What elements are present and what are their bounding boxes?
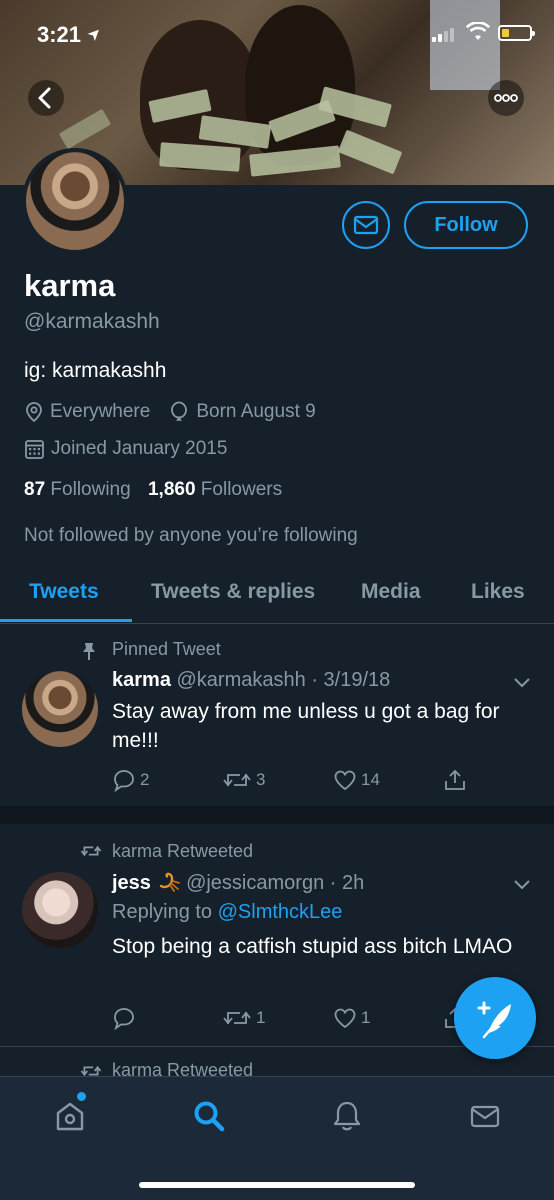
tweet-text: Stay away from me unless u got a bag for… (112, 700, 500, 752)
status-bar: 3:21 ➤ (0, 0, 554, 60)
pin-icon (83, 643, 95, 660)
retweet-count: 1 (256, 1008, 266, 1027)
tweet-header: jess @jessicamorgn · 2h (112, 870, 364, 895)
chevron-left-icon (38, 87, 51, 109)
chevron-down-icon[interactable] (512, 877, 532, 891)
active-tab-indicator (0, 619, 132, 622)
tweet-author-handle: @jessicamorgn (186, 872, 325, 894)
reply-button[interactable] (112, 1006, 140, 1030)
following-link[interactable]: 87 Following (24, 479, 131, 500)
tweet-context: karma Retweeted (112, 841, 254, 861)
balloon-icon (171, 401, 188, 421)
back-button[interactable] (28, 80, 64, 116)
tweet-item[interactable]: Pinned Tweet karma @karmakashh · 3/19/18… (0, 625, 554, 806)
bottom-navigation (0, 1076, 554, 1200)
like-button[interactable]: 14 (333, 768, 380, 792)
like-button[interactable]: 1 (333, 1006, 370, 1030)
reply-button[interactable]: 2 (112, 768, 149, 792)
envelope-icon (353, 215, 379, 235)
more-options-button[interactable] (488, 80, 524, 116)
follow-counts: 87 Following 1,860 Followers (24, 479, 282, 501)
replying-to-link[interactable]: @SlmthckLee (218, 901, 343, 923)
tweet-author-handle: @karmakashh (176, 669, 306, 691)
heart-icon (334, 1008, 356, 1029)
more-horizontal-icon (494, 94, 518, 102)
tweet-context: Pinned Tweet (112, 639, 221, 659)
tweet-avatar[interactable] (22, 671, 98, 747)
tweet-text: Stop being a catfish stupid ass bitch LM… (112, 935, 513, 958)
bell-icon[interactable] (330, 1099, 364, 1133)
reply-count: 2 (140, 770, 150, 789)
profile-tabs: Tweets Tweets & replies Media Likes (0, 570, 554, 624)
profile-handle: @karmakashh (24, 310, 160, 333)
notification-dot (77, 1092, 86, 1101)
tab-tweets-replies[interactable]: Tweets & replies (151, 580, 315, 604)
tab-tweets[interactable]: Tweets (29, 580, 99, 604)
tweet-author-name[interactable]: karma (112, 669, 171, 691)
compose-tweet-button[interactable] (454, 977, 536, 1059)
retweet-button[interactable]: 1 (222, 1006, 265, 1030)
messages-icon[interactable] (468, 1099, 502, 1133)
home-indicator[interactable] (139, 1182, 415, 1188)
search-icon[interactable] (192, 1099, 226, 1133)
not-followed-text: Not followed by anyone you’re following (24, 525, 358, 546)
like-count: 1 (361, 1008, 371, 1027)
followers-link[interactable]: 1,860 Followers (148, 479, 282, 500)
share-button[interactable] (443, 768, 471, 792)
tab-media[interactable]: Media (361, 580, 421, 604)
profile-location: Everywhere (50, 401, 151, 422)
share-icon (445, 769, 465, 790)
tweet-separator (0, 806, 554, 824)
retweet-icon (223, 773, 251, 787)
tweet-avatar[interactable] (22, 872, 98, 948)
heart-icon (334, 770, 356, 791)
message-button[interactable] (342, 201, 390, 249)
tweet-context: karma Retweeted (112, 1060, 254, 1076)
tweet-date: · 3/19/18 (311, 669, 391, 691)
compose-feather-icon (477, 1001, 511, 1039)
profile-avatar[interactable] (22, 148, 128, 254)
tweet-author-name[interactable]: jess (112, 872, 151, 894)
retweet-button[interactable]: 3 (222, 768, 265, 792)
replying-to: Replying to @SlmthckLee (112, 901, 343, 923)
reply-icon (114, 1008, 134, 1030)
retweet-icon (80, 1065, 102, 1076)
calendar-icon (25, 439, 44, 459)
home-icon[interactable] (53, 1099, 87, 1133)
signal-icon (432, 26, 456, 42)
status-time: 3:21 (37, 22, 82, 47)
like-count: 14 (361, 770, 380, 789)
retweet-count: 3 (256, 770, 266, 789)
profile-location-row: Everywhere Born August 9 (24, 401, 316, 423)
profile-name: karma (24, 268, 116, 303)
chevron-down-icon[interactable] (512, 675, 532, 689)
retweet-icon (223, 1011, 251, 1025)
reply-icon (114, 770, 134, 792)
wifi-icon (466, 22, 490, 40)
location-arrow-icon: ➤ (84, 23, 106, 46)
tab-likes[interactable]: Likes (471, 580, 525, 604)
profile-bio: ig: karmakashh (24, 359, 167, 382)
retweet-icon (80, 845, 102, 857)
follow-button[interactable]: Follow (404, 201, 528, 249)
battery-icon (498, 25, 535, 41)
tweet-date: · 2h (329, 872, 365, 894)
location-pin-icon (26, 402, 42, 423)
profile-joined: Joined January 2015 (51, 438, 228, 459)
scorpion-emoji-icon (159, 872, 180, 892)
tweet-header: karma @karmakashh · 3/19/18 (112, 669, 390, 692)
profile-birthday: Born August 9 (196, 401, 316, 422)
profile-joined-row: Joined January 2015 (24, 438, 227, 460)
